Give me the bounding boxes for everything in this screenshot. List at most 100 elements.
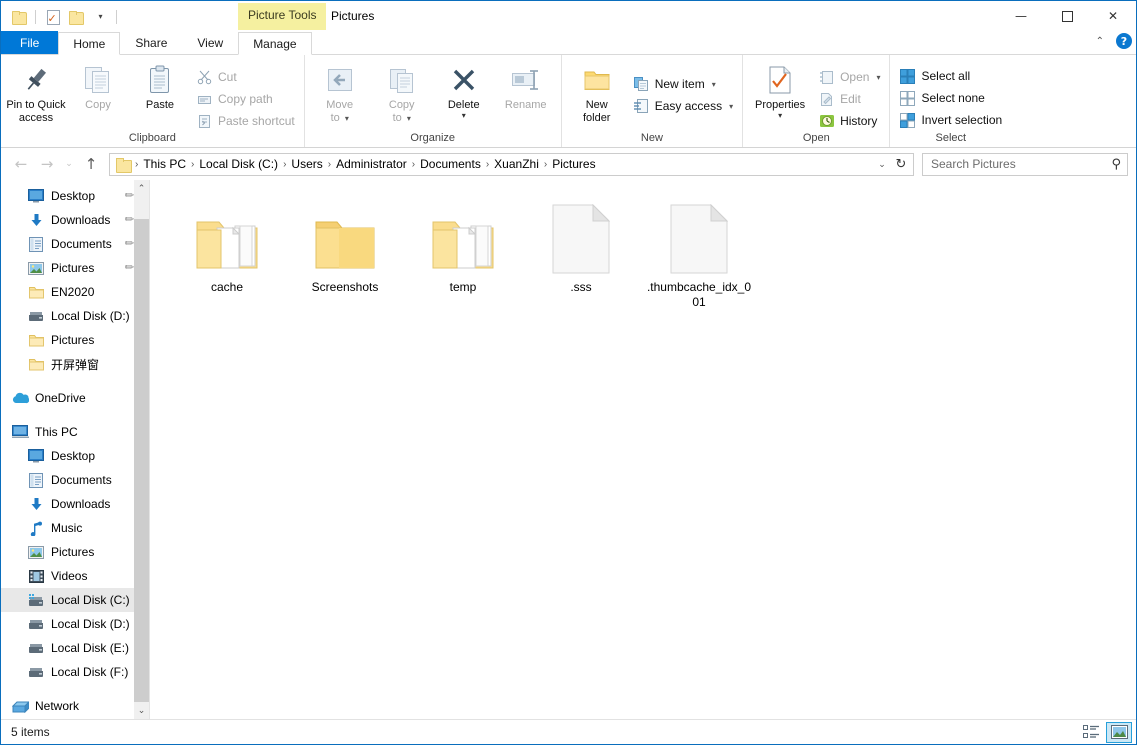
breadcrumb-item-documents[interactable]: Documents (416, 157, 485, 171)
sidebar-item-pictures[interactable]: Pictures ✐ (1, 256, 149, 280)
sidebar-item-pictures[interactable]: Pictures (1, 328, 149, 352)
sidebar-item-local-disk-d[interactable]: Local Disk (D:) (1, 304, 149, 328)
file-item[interactable]: .sss (522, 194, 640, 312)
tab-file[interactable]: File (1, 31, 59, 54)
scroll-track[interactable] (134, 197, 149, 702)
sidebar-item-music[interactable]: Music (1, 516, 149, 540)
sidebar-item-onedrive[interactable]: OneDrive (1, 386, 149, 410)
breadcrumb-item-administrator[interactable]: Administrator (332, 157, 411, 171)
qat-properties-button[interactable]: ✓ (42, 7, 62, 27)
tab-view[interactable]: View (182, 31, 238, 54)
file-item[interactable]: .thumbcache_idx_001 (640, 194, 758, 312)
sidebar-item-network[interactable]: Network (1, 694, 149, 718)
back-button[interactable]: ← (9, 152, 33, 176)
sidebar-item-local-disk-d[interactable]: Local Disk (D:) (1, 612, 149, 636)
up-button[interactable]: ↑ (79, 152, 103, 176)
recent-locations-button[interactable]: ⌄ (61, 152, 77, 176)
blank-file-icon (552, 202, 610, 274)
sidebar-item-local-disk-c[interactable]: Local Disk (C:) (1, 588, 149, 612)
sidebar-item-pictures[interactable]: Pictures (1, 540, 149, 564)
breadcrumb-item-local-disk-c[interactable]: Local Disk (C:) (195, 157, 282, 171)
file-item[interactable]: cache (168, 194, 286, 312)
sidebar-item-label: Pictures (51, 545, 95, 559)
close-button[interactable]: ✕ (1090, 1, 1136, 31)
paste-shortcut-button[interactable]: Paste shortcut (191, 110, 300, 132)
easy-access-button[interactable]: Easy access ▾ (628, 95, 738, 117)
properties-button[interactable]: Properties ▾ (747, 59, 813, 127)
tab-share[interactable]: Share (120, 31, 182, 54)
copy-to-button[interactable]: Copy to ▾ (371, 59, 433, 127)
delete-button[interactable]: Delete ▾ (433, 59, 495, 127)
large-icons-view-button[interactable] (1106, 721, 1132, 743)
search-box[interactable]: ⚲ (922, 152, 1128, 176)
pictures-icon (27, 259, 45, 277)
sidebar-item-desktop[interactable]: Desktop (1, 444, 149, 468)
breadcrumb-item-pictures[interactable]: Pictures (548, 157, 599, 171)
maximize-icon (1061, 10, 1073, 22)
breadcrumb-item-this-pc[interactable]: This PC (139, 157, 190, 171)
sidebar-item-en2020[interactable]: EN2020 (1, 280, 149, 304)
sidebar-item-label: Music (51, 521, 83, 535)
scroll-thumb[interactable] (134, 219, 149, 702)
sidebar-item-label: Local Disk (D:) (51, 617, 130, 631)
details-view-button[interactable] (1078, 722, 1104, 743)
breadcrumb-item-xuanzhi[interactable]: XuanZhi (490, 157, 543, 171)
open-button[interactable]: Open ▾ (813, 66, 885, 88)
navigation-scrollbar[interactable]: ⌃ ⌄ (134, 180, 149, 719)
qat-new-folder-button[interactable] (9, 7, 29, 27)
sidebar-item-local-disk-f[interactable]: Local Disk (F:) (1, 660, 149, 684)
forward-button[interactable]: → (35, 152, 59, 176)
scroll-down-button[interactable]: ⌄ (134, 702, 149, 719)
rename-button[interactable]: Rename (495, 59, 557, 127)
file-item[interactable]: Screenshots (286, 194, 404, 312)
breadcrumb-item-users[interactable]: Users (287, 157, 326, 171)
tab-manage[interactable]: Manage (238, 32, 312, 55)
qat-folder-button[interactable] (66, 7, 86, 27)
new-item-button[interactable]: New item ▾ (628, 73, 738, 95)
cut-button[interactable]: Cut (191, 66, 300, 88)
blank-file-icon (670, 202, 728, 274)
sidebar-item-desktop[interactable]: Desktop ✐ (1, 184, 149, 208)
qat-customize-button[interactable]: ▾ (90, 7, 110, 27)
search-input[interactable] (929, 156, 1112, 172)
edit-button[interactable]: Edit (813, 88, 885, 110)
minimize-button[interactable]: — (998, 1, 1044, 31)
invert-selection-button[interactable]: Invert selection (894, 109, 1007, 131)
contextual-tab-picture-tools[interactable]: Picture Tools (238, 3, 327, 30)
select-all-button[interactable]: Select all (894, 65, 1007, 87)
copy-button[interactable]: Copy (67, 59, 129, 127)
tab-home[interactable]: Home (58, 32, 121, 55)
file-list-pane[interactable]: cache Screenshots temp .sss .thumbcache_idx_… (150, 180, 1136, 719)
sidebar-item-label: Desktop (51, 189, 96, 203)
pin-to-quick-access-button[interactable]: Pin to Quick access (5, 59, 67, 127)
address-field[interactable]: › This PC › Local Disk (C:) › Users › Ad… (109, 152, 914, 176)
help-icon[interactable]: ? (1116, 33, 1132, 49)
sidebar-item-documents[interactable]: Documents ✐ (1, 232, 149, 256)
ribbon-group-new: New folder New item ▾ Easy access ▾ New (562, 55, 744, 147)
copy-path-button[interactable]: Copy path (191, 88, 300, 110)
move-to-button[interactable]: Move to ▾ (309, 59, 371, 127)
maximize-button[interactable] (1044, 1, 1090, 31)
select-none-button[interactable]: Select none (894, 87, 1007, 109)
history-button[interactable]: History (813, 110, 885, 132)
sidebar-item-开屏弹窗[interactable]: 开屏弹窗 (1, 352, 149, 376)
scroll-up-button[interactable]: ⌃ (134, 180, 149, 197)
paste-button[interactable]: Paste (129, 59, 191, 127)
sidebar-item-downloads[interactable]: Downloads (1, 492, 149, 516)
pin-to-quick-access-label-1: Pin to Quick (6, 99, 66, 111)
sidebar-item-this-pc[interactable]: This PC (1, 420, 149, 444)
address-dropdown-icon[interactable]: ⌄ (873, 159, 891, 170)
search-icon[interactable]: ⚲ (1111, 157, 1121, 172)
sidebar-item-local-disk-e[interactable]: Local Disk (E:) (1, 636, 149, 660)
sidebar-item-downloads[interactable]: Downloads ✐ (1, 208, 149, 232)
file-item[interactable]: temp (404, 194, 522, 312)
sidebar-item-documents[interactable]: Documents (1, 468, 149, 492)
refresh-icon[interactable]: ↻ (891, 157, 911, 172)
folder-icon (116, 157, 132, 173)
select-all-label: Select all (921, 69, 971, 83)
sidebar-item-videos[interactable]: Videos (1, 564, 149, 588)
ribbon-group-organize: Move to ▾ Copy to ▾ Delete ▾ Rename Orga… (305, 55, 562, 147)
collapse-ribbon-icon[interactable]: ⌃ (1092, 36, 1108, 47)
new-folder-button[interactable]: New folder (566, 59, 628, 127)
sidebar-item-label: Downloads (51, 497, 111, 511)
